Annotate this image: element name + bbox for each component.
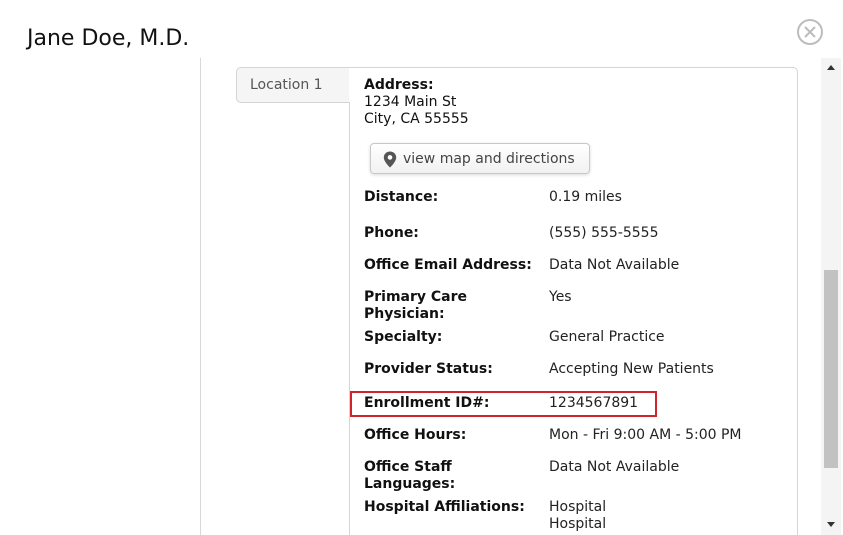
scroll-up-arrow-icon[interactable] — [825, 62, 837, 74]
hospital-affiliation-2: Hospital — [549, 516, 607, 532]
modal-title: Jane Doe, M.D. — [27, 26, 190, 51]
detail-value: Accepting New Patients — [549, 361, 714, 377]
detail-label: Distance: — [364, 189, 439, 205]
panel-divider — [349, 102, 350, 535]
detail-value: 0.19 miles — [549, 189, 622, 205]
scroll-down-arrow-icon[interactable] — [825, 518, 837, 530]
view-map-button[interactable]: view map and directions — [370, 143, 590, 174]
provider-details-frame: Location 1 Address: 1234 Main St City, C… — [200, 58, 818, 535]
detail-value: Data Not Available — [549, 459, 680, 475]
view-map-label: view map and directions — [403, 151, 575, 167]
enrollment-id-highlight — [350, 391, 657, 417]
detail-value: Mon - Fri 9:00 AM - 5:00 PM — [549, 427, 742, 443]
address-line-1: 1234 Main St — [364, 94, 457, 110]
address-line-2: City, CA 55555 — [364, 111, 469, 127]
detail-label: Office Staff Languages: — [364, 459, 456, 492]
detail-value: Yes — [549, 289, 572, 305]
detail-label: Office Hours: — [364, 427, 467, 443]
detail-value: Hospital Hospital — [549, 499, 789, 533]
detail-value: Data Not Available — [549, 257, 680, 273]
close-button[interactable] — [797, 19, 823, 45]
detail-label: Office Email Address: — [364, 257, 532, 273]
tab-location-1[interactable]: Location 1 — [236, 67, 350, 103]
detail-label: Specialty: — [364, 329, 443, 345]
detail-value: (555) 555-5555 — [549, 225, 659, 241]
detail-label: Primary Care Physician: — [364, 289, 468, 322]
scroll-thumb[interactable] — [824, 270, 838, 468]
address-block: Address: 1234 Main St City, CA 55555 — [364, 77, 469, 128]
map-pin-icon — [383, 151, 397, 168]
close-icon — [804, 26, 816, 38]
detail-label: Provider Status: — [364, 361, 493, 377]
detail-value: General Practice — [549, 329, 665, 345]
detail-label: Hospital Affiliations: — [364, 499, 525, 515]
address-label: Address: — [364, 77, 434, 93]
vertical-scrollbar[interactable] — [821, 58, 841, 535]
detail-label: Phone: — [364, 225, 419, 241]
hospital-affiliation-1: Hospital — [549, 499, 607, 515]
